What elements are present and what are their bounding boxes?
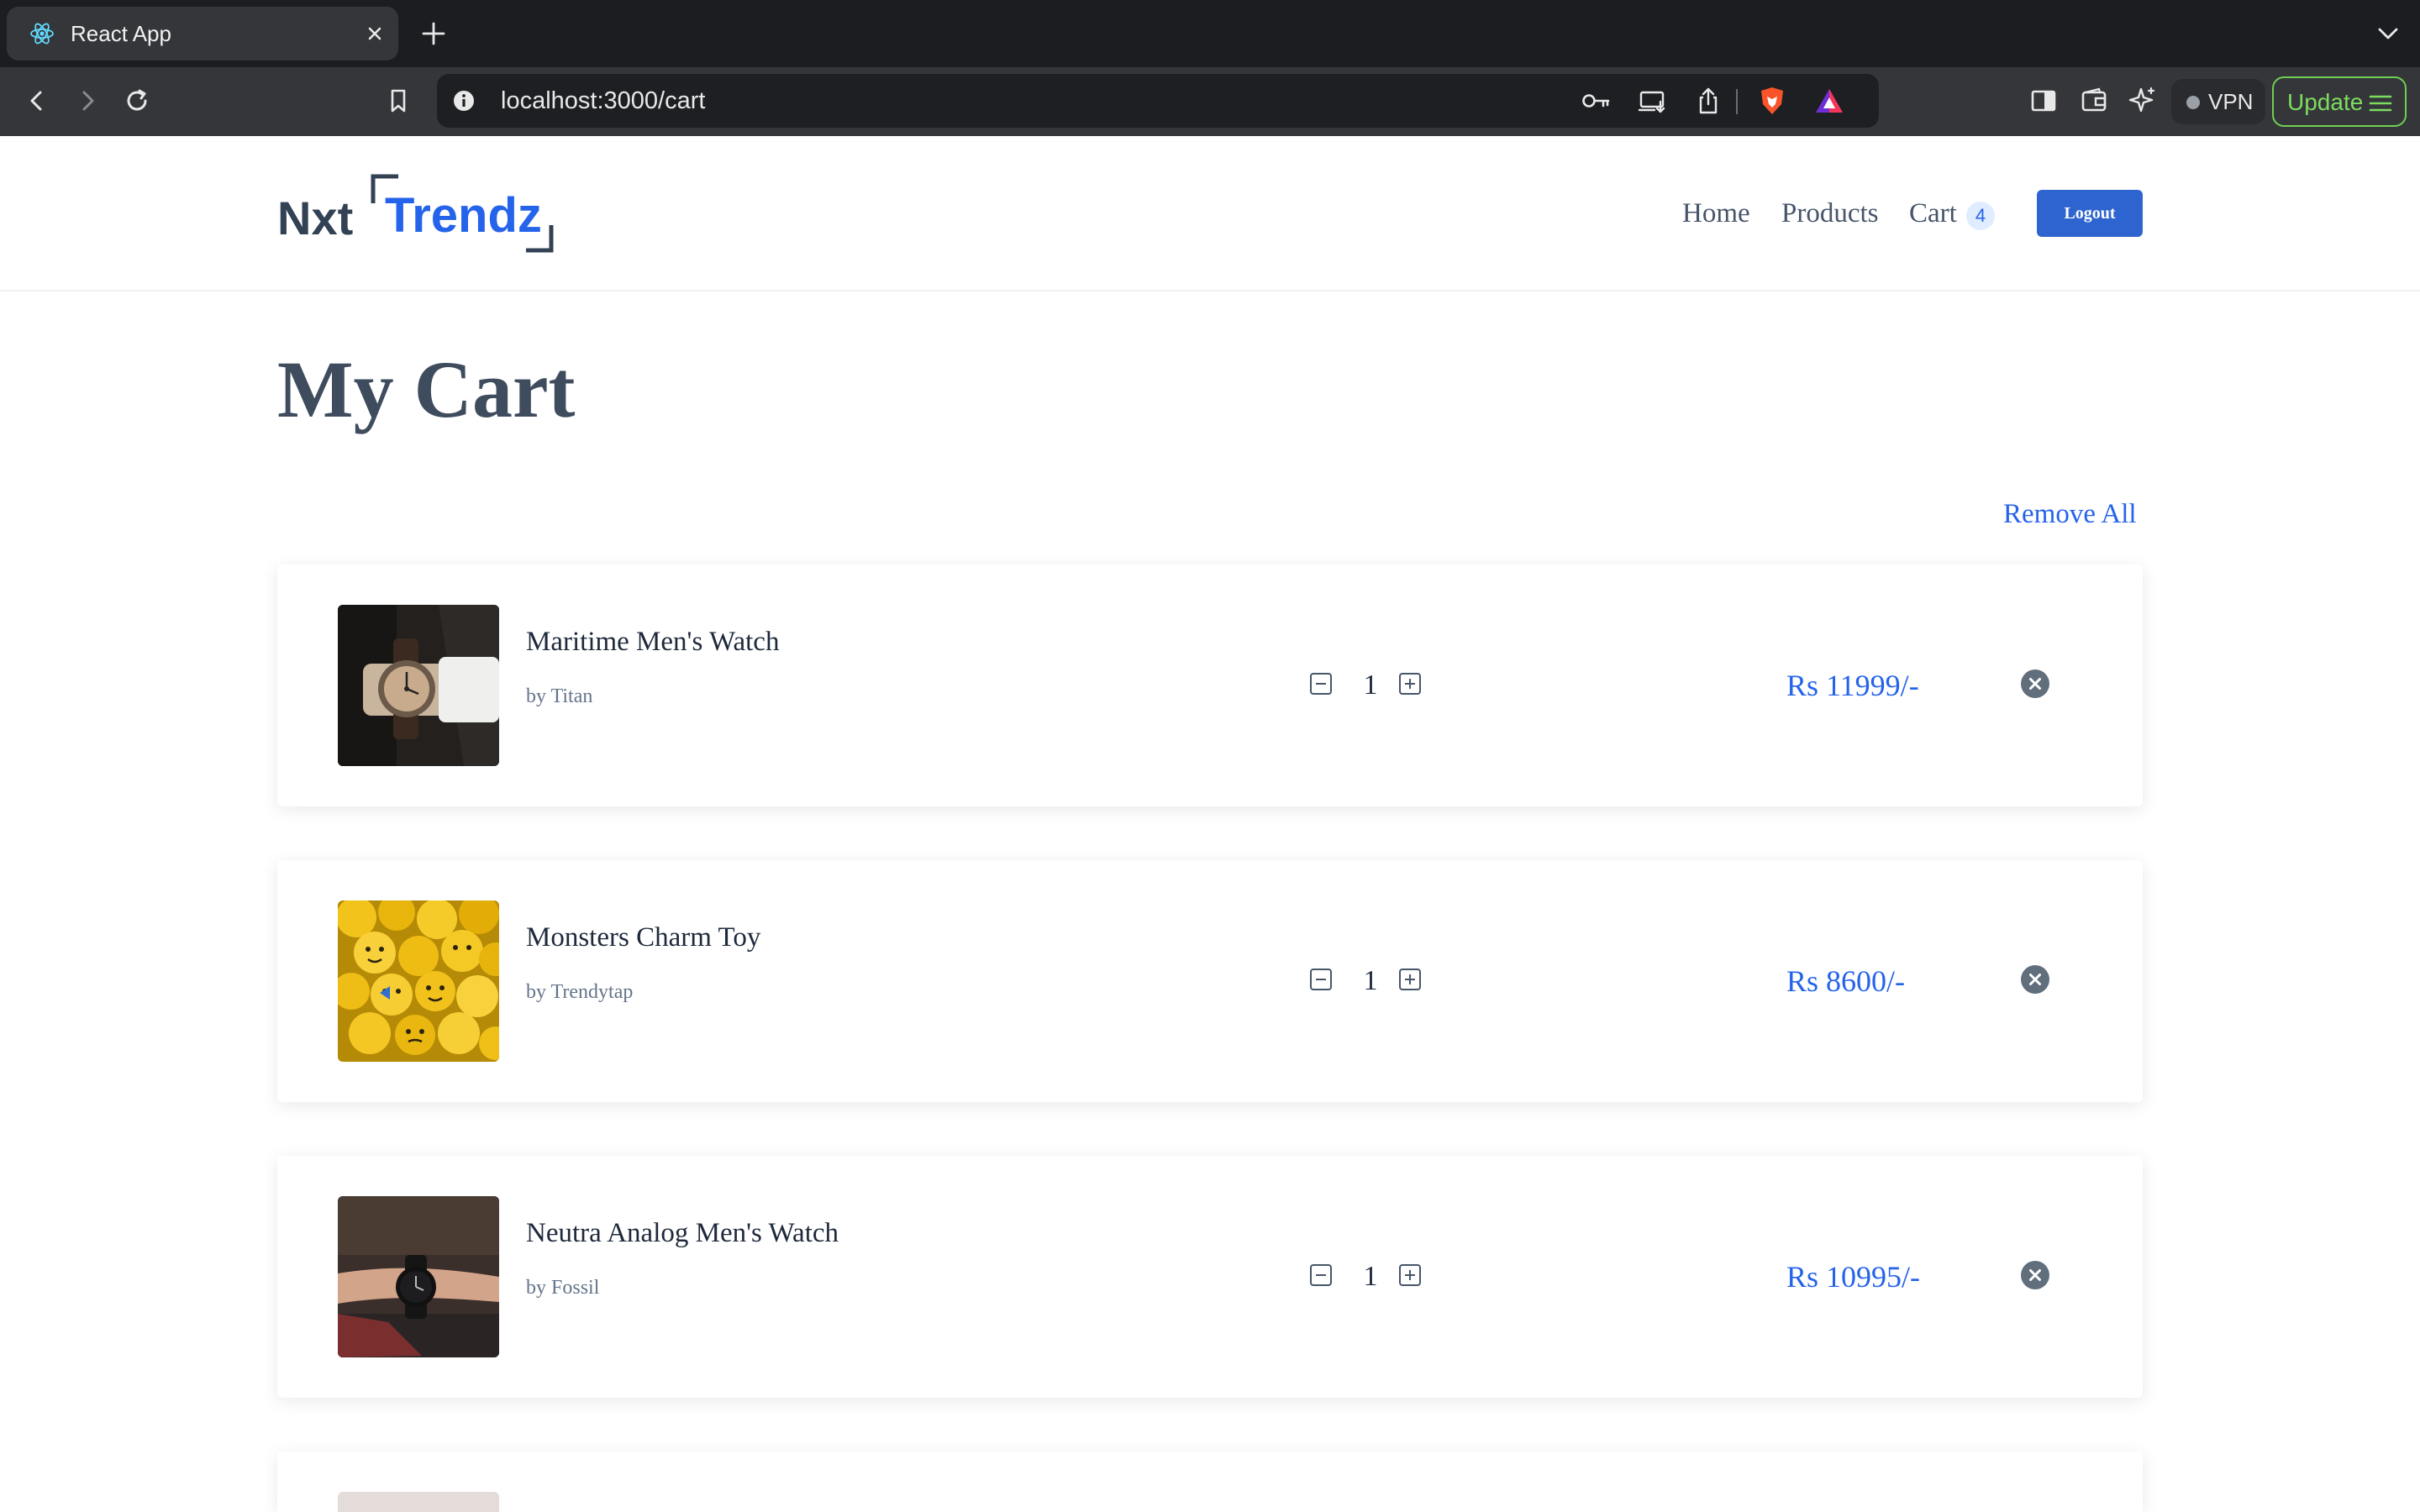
- new-tab-plus-icon[interactable]: [418, 18, 449, 49]
- remove-all-button[interactable]: Remove All: [2003, 497, 2137, 531]
- address-bar[interactable]: localhost:3000/cart: [437, 74, 1879, 128]
- quantity-increment-icon[interactable]: [1398, 1263, 1422, 1287]
- remove-item-close-icon[interactable]: [2020, 669, 2050, 699]
- nav-home[interactable]: Home: [1682, 197, 1750, 230]
- quantity-decrement-icon[interactable]: [1309, 1263, 1333, 1287]
- nav-products[interactable]: Products: [1781, 197, 1879, 230]
- browser-tab-active[interactable]: React App: [7, 7, 398, 60]
- tab-title: React App: [71, 21, 171, 46]
- product-image: [338, 1492, 499, 1512]
- remove-item-close-icon[interactable]: [2020, 964, 2050, 995]
- nav-cart[interactable]: Cart: [1909, 197, 1957, 230]
- vpn-button[interactable]: VPN: [2171, 79, 2265, 124]
- cart-item-partial: [277, 1452, 2143, 1512]
- product-name: Monsters Charm Toy: [526, 922, 761, 953]
- product-price: Rs 10995/-: [1786, 1260, 1921, 1294]
- bookmark-icon[interactable]: [381, 84, 415, 118]
- site-info-icon[interactable]: [450, 87, 477, 114]
- cart-count-badge: 4: [1966, 202, 1995, 230]
- remove-item-close-icon[interactable]: [2020, 1260, 2050, 1290]
- share-icon[interactable]: [1692, 86, 1724, 116]
- quantity-increment-icon[interactable]: [1398, 672, 1422, 696]
- quantity-value: 1: [1363, 1261, 1378, 1292]
- cart-item: Maritime Men's Watch by Titan 1 Rs 11999…: [277, 564, 2143, 806]
- cart-item: Monsters Charm Toy by Trendytap 1 Rs 860…: [277, 860, 2143, 1102]
- logo-bracket-bottom-right: [526, 225, 554, 253]
- product-name: Maritime Men's Watch: [526, 627, 780, 657]
- page-title: My Cart: [277, 344, 576, 434]
- product-brand: by Titan: [526, 685, 593, 707]
- logo-nxt-text: Nxt: [277, 192, 354, 244]
- browser-tab-bar: React App: [0, 0, 2420, 67]
- browser-toolbar: localhost:3000/cart VPN Update: [0, 67, 2420, 136]
- product-image: [338, 1196, 499, 1357]
- logo-trendz-text: Trendz: [385, 188, 542, 243]
- close-icon[interactable]: [361, 20, 388, 47]
- product-image: [338, 605, 499, 766]
- quantity-increment-icon[interactable]: [1398, 968, 1422, 991]
- leo-ai-sparkle-icon[interactable]: [2126, 84, 2160, 118]
- vpn-label: VPN: [2208, 89, 2254, 114]
- quantity-value: 1: [1363, 669, 1378, 701]
- product-price: Rs 8600/-: [1786, 964, 1906, 998]
- wallet-icon[interactable]: [2077, 84, 2111, 118]
- password-key-icon[interactable]: [1580, 86, 1612, 116]
- logout-button[interactable]: Logout: [2037, 190, 2143, 237]
- product-brand: by Trendytap: [526, 981, 634, 1003]
- chevron-down-icon[interactable]: [2375, 22, 2402, 45]
- update-button[interactable]: Update: [2272, 76, 2407, 127]
- brave-shields-icon[interactable]: [1756, 86, 1788, 116]
- quantity-value: 1: [1363, 965, 1378, 996]
- hamburger-menu-icon: [2368, 92, 2393, 115]
- install-app-icon[interactable]: [1637, 86, 1669, 116]
- nxt-trendz-logo[interactable]: Nxt Trendz: [277, 173, 563, 257]
- divider: [1736, 89, 1738, 114]
- reload-icon[interactable]: [121, 84, 155, 118]
- brave-rewards-triangle-icon[interactable]: [1813, 86, 1845, 116]
- product-name: Neutra Analog Men's Watch: [526, 1218, 839, 1248]
- sidebar-toggle-icon[interactable]: [2027, 84, 2060, 118]
- product-price: Rs 11999/-: [1786, 669, 1919, 702]
- quantity-decrement-icon[interactable]: [1309, 968, 1333, 991]
- url-text[interactable]: localhost:3000/cart: [501, 86, 705, 116]
- forward-arrow-icon[interactable]: [71, 84, 104, 118]
- product-brand: by Fossil: [526, 1277, 600, 1299]
- back-arrow-icon[interactable]: [20, 84, 54, 118]
- cart-item: Neutra Analog Men's Watch by Fossil 1 Rs…: [277, 1156, 2143, 1398]
- react-logo-icon: [29, 20, 55, 47]
- app-header: Nxt Trendz Home Products Cart 4 Logout: [0, 136, 2420, 291]
- product-image: [338, 900, 499, 1062]
- update-label: Update: [2287, 89, 2364, 115]
- quantity-decrement-icon[interactable]: [1309, 672, 1333, 696]
- vpn-status-icon: [2186, 96, 2200, 109]
